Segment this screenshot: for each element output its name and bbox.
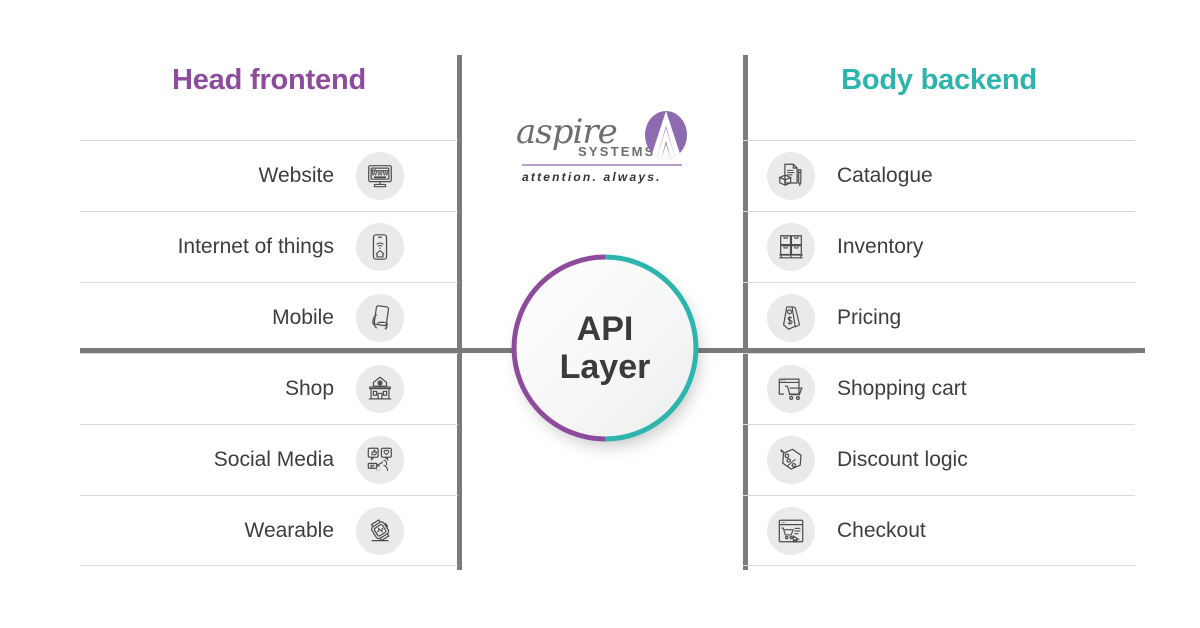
api-layer-label: API Layer [509, 252, 701, 444]
right-column-header: Body backend [841, 64, 1037, 96]
storefront-icon [356, 365, 404, 413]
list-item-label: Discount logic [837, 448, 968, 471]
list-item-label: Inventory [837, 235, 924, 258]
list-item-label: Pricing [837, 306, 902, 329]
list-item[interactable]: Catalogue [743, 140, 1135, 211]
list-item-label: Wearable [244, 518, 335, 542]
list-item[interactable]: Social Media [80, 424, 458, 495]
smartwatch-icon [356, 506, 404, 555]
list-item[interactable]: Shop [80, 353, 458, 424]
list-item-label: Social Media [213, 448, 334, 471]
left-column-header: Head frontend [172, 64, 366, 96]
logo-divider [522, 164, 682, 166]
aspire-systems-logo: aspire SYSTEMS attention. always. [516, 110, 696, 190]
list-item[interactable]: Wearable [80, 495, 458, 566]
logo-tagline: attention. always. [522, 170, 662, 184]
frontend-list: Website WWW Internet of things Mobile Sh… [80, 140, 458, 566]
phone-wifi-home-icon [356, 223, 404, 271]
hand-holding-phone-icon [356, 294, 404, 342]
list-item-label: Mobile [272, 306, 334, 329]
browser-cart-icon [767, 365, 815, 413]
list-item[interactable]: Checkout [743, 495, 1135, 566]
price-tag-dollar-icon [767, 294, 815, 342]
aspire-leaf-mark-icon [642, 110, 690, 165]
document-box-pencil-icon [767, 152, 815, 200]
list-item-label: Shop [284, 377, 334, 400]
monitor-www-icon: WWW [356, 152, 404, 200]
svg-text:WWW: WWW [372, 171, 389, 177]
list-item-label: Checkout [837, 518, 926, 542]
pallet-boxes-icon [767, 223, 815, 271]
api-layer-line2: Layer [559, 348, 651, 386]
browser-checkout-icon [767, 506, 815, 555]
list-item-label: Catalogue [837, 164, 933, 187]
list-item[interactable]: Website WWW [80, 140, 458, 211]
backend-list: Catalogue Inventory Pricing Shopping car… [743, 140, 1135, 566]
list-item[interactable]: Internet of things [80, 211, 458, 282]
list-item[interactable]: Discount logic [743, 424, 1135, 495]
list-item-label: Shopping cart [837, 377, 967, 400]
list-item-label: Website [258, 164, 334, 187]
tag-percent-icon [767, 436, 815, 484]
api-layer-line1: API [576, 309, 634, 348]
api-layer-node[interactable]: API Layer [505, 250, 705, 452]
list-item[interactable]: Shopping cart [743, 353, 1135, 424]
list-item[interactable]: Inventory [743, 211, 1135, 282]
diagram-canvas: Head frontend Body backend Website WWW I… [0, 0, 1200, 628]
list-item[interactable]: Pricing [743, 282, 1135, 353]
list-item[interactable]: Mobile [80, 282, 458, 353]
social-reactions-icon [356, 436, 404, 484]
list-item-label: Internet of things [177, 235, 334, 258]
